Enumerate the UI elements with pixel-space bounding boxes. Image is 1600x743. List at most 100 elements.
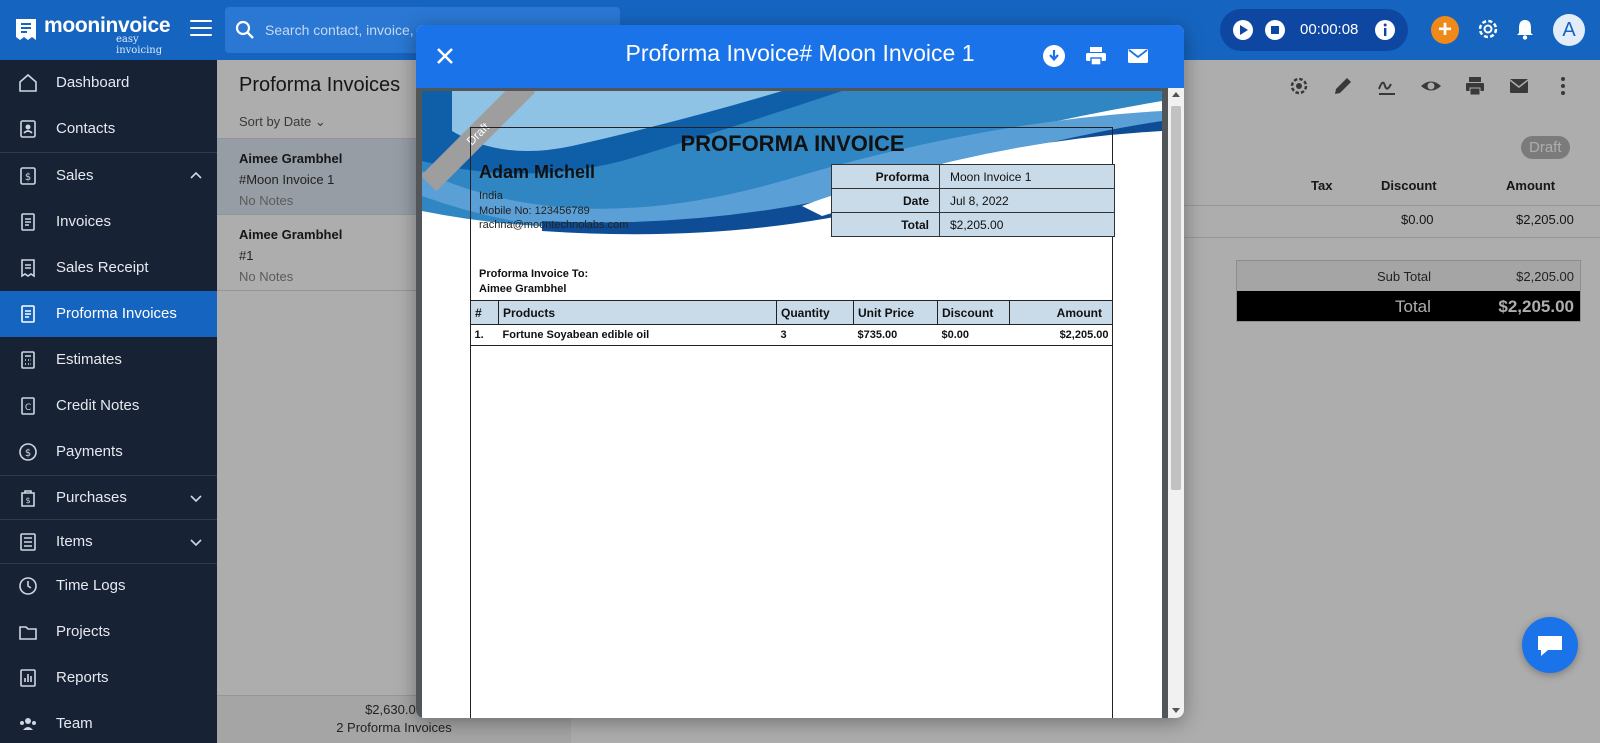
sidebar-item-credit-notes[interactable]: C Credit Notes (0, 383, 217, 429)
logo-tagline: easy invoicing (116, 34, 163, 56)
company-name: Adam Michell (479, 162, 596, 182)
invoice-icon (21, 213, 35, 231)
item-amount: $2,205.00 (1009, 324, 1113, 346)
svg-text:$: $ (25, 496, 30, 505)
items-icon (20, 533, 36, 551)
item-unit-price: $735.00 (853, 324, 938, 346)
mail-icon[interactable] (1126, 44, 1150, 68)
invoice-preview-modal: Proforma Invoice# Moon Invoice 1 Draft P… (416, 25, 1184, 718)
meta-value: Jul 8, 2022 (939, 188, 1115, 213)
chat-button[interactable] (1522, 617, 1578, 673)
logo-icon (16, 19, 36, 40)
column-header: Amount (1009, 300, 1113, 325)
scroll-down-arrow[interactable] (1172, 708, 1180, 713)
pdf-viewer: Draft PROFORMA INVOICE Adam Michell Indi… (416, 88, 1184, 718)
scroll-up-arrow[interactable] (1172, 92, 1180, 97)
clock-icon (19, 577, 37, 595)
invoice-page: Draft PROFORMA INVOICE Adam Michell Indi… (422, 91, 1162, 718)
column-header: Products (498, 300, 777, 325)
team-icon (20, 718, 36, 730)
sidebar-item-label: Team (56, 715, 93, 732)
receipt-icon (21, 259, 35, 278)
info-icon[interactable] (1374, 19, 1396, 41)
column-header: Unit Price (853, 300, 938, 325)
avatar[interactable]: A (1553, 14, 1585, 46)
payment-icon: $ (19, 443, 37, 461)
chevron-down-icon (190, 539, 202, 547)
modal-header: Proforma Invoice# Moon Invoice 1 (416, 25, 1184, 88)
sidebar-item-sales-receipt[interactable]: Sales Receipt (0, 245, 217, 291)
sidebar-item-invoices[interactable]: Invoices (0, 199, 217, 245)
sidebar-item-purchases[interactable]: $ Purchases (0, 475, 217, 521)
home-icon (19, 73, 37, 92)
table-row: 1. Fortune Soyabean edible oil 3 $735.00… (470, 324, 1113, 346)
sidebar-item-time-logs[interactable]: Time Logs (0, 563, 217, 609)
chat-icon (1538, 636, 1562, 656)
time-tracker: 00:00:08 (1220, 9, 1408, 51)
bell-icon[interactable] (1511, 15, 1539, 43)
bill-to-label: Proforma Invoice To: (479, 268, 589, 280)
sidebar-item-items[interactable]: Items (0, 519, 217, 565)
bill-to-name: Aimee Grambhel (479, 283, 567, 295)
sidebar-item-label: Estimates (56, 351, 122, 368)
credit-note-icon: C (21, 397, 35, 415)
sidebar-item-label: Sales (56, 167, 94, 184)
sidebar: Dashboard Contacts $ Sales Invoices Sale… (0, 60, 217, 743)
svg-text:$: $ (25, 172, 31, 183)
invoice-frame: PROFORMA INVOICE Adam Michell India Mobi… (470, 127, 1115, 718)
sidebar-item-label: Credit Notes (56, 397, 140, 414)
column-header: # (470, 300, 499, 325)
dollar-doc-icon: $ (20, 167, 36, 185)
column-header: Quantity (776, 300, 854, 325)
gear-icon[interactable] (1474, 15, 1502, 43)
svg-text:C: C (25, 403, 31, 413)
sidebar-item-dashboard[interactable]: Dashboard (0, 60, 217, 106)
company-country: India (479, 190, 503, 202)
item-quantity: 3 (776, 324, 854, 346)
proforma-icon (21, 305, 35, 323)
sidebar-item-projects[interactable]: Projects (0, 609, 217, 655)
print-icon[interactable] (1084, 44, 1108, 68)
chevron-up-icon (190, 171, 202, 179)
sidebar-item-label: Reports (56, 669, 109, 686)
purchase-icon: $ (21, 490, 35, 507)
sidebar-item-label: Invoices (56, 213, 112, 230)
sidebar-item-label: Proforma Invoices (56, 305, 177, 322)
sidebar-item-sales[interactable]: $ Sales (0, 153, 217, 199)
meta-key: Total (831, 212, 940, 237)
meta-value: $2,205.00 (939, 212, 1115, 237)
company-mobile: Mobile No: 123456789 (479, 205, 590, 217)
app-logo[interactable]: mooninvoice easy invoicing (14, 12, 174, 56)
invoice-heading: PROFORMA INVOICE (680, 131, 905, 156)
svg-text:$: $ (25, 448, 31, 459)
download-icon[interactable] (1042, 44, 1066, 68)
sidebar-item-payments[interactable]: $ Payments (0, 429, 217, 475)
menu-icon[interactable] (190, 20, 212, 38)
items-table: # Products Quantity Unit Price Discount … (470, 300, 1113, 346)
sidebar-item-estimates[interactable]: Estimates (0, 337, 217, 383)
sidebar-item-contacts[interactable]: Contacts (0, 106, 217, 152)
sidebar-item-reports[interactable]: Reports (0, 655, 217, 701)
sidebar-item-label: Sales Receipt (56, 259, 149, 276)
search-icon (235, 20, 254, 39)
folder-icon (19, 626, 37, 640)
item-product: Fortune Soyabean edible oil (498, 324, 777, 346)
modal-title: Proforma Invoice# Moon Invoice 1 (625, 40, 975, 66)
stop-icon[interactable] (1264, 19, 1286, 41)
sidebar-item-team[interactable]: Team (0, 701, 217, 743)
sidebar-item-label: Projects (56, 623, 111, 640)
sidebar-item-label: Time Logs (56, 577, 126, 594)
scroll-thumb[interactable] (1171, 106, 1181, 490)
add-new-button[interactable]: + (1431, 16, 1459, 44)
sidebar-item-proforma-invoices[interactable]: Proforma Invoices (0, 291, 217, 337)
company-email: rachna@moontechnolabs.com (479, 219, 629, 231)
sidebar-item-label: Dashboard (56, 74, 130, 91)
item-discount: $0.00 (937, 324, 1010, 346)
sidebar-item-label: Contacts (56, 120, 116, 137)
sidebar-item-label: Items (56, 533, 93, 550)
sidebar-item-label: Payments (56, 443, 123, 460)
chart-icon (20, 669, 36, 687)
play-icon[interactable] (1232, 19, 1254, 41)
chevron-down-icon (190, 495, 202, 503)
scrollbar[interactable] (1168, 88, 1184, 718)
